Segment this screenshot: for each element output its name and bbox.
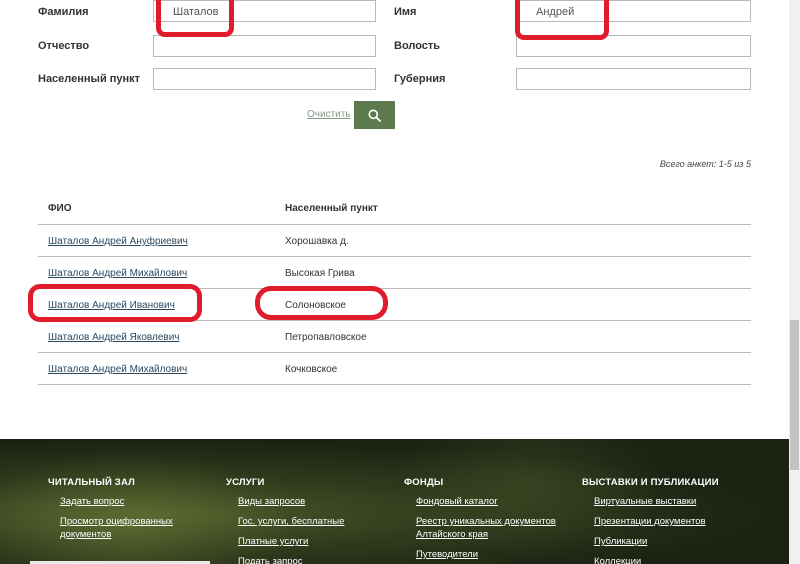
table-row: Шаталов Андрей Яковлевич Петропавловское — [38, 321, 751, 353]
form-row-3: Населенный пункт Губерния — [0, 66, 800, 92]
results-table: ФИО Населенный пункт Шаталов Андрей Ануф… — [38, 192, 751, 385]
volost-label: Волость — [394, 40, 441, 52]
footer-link[interactable]: Гос. услуги, бесплатные — [238, 515, 386, 528]
row-name-link[interactable]: Шаталов Андрей Михайлович — [48, 364, 187, 375]
footer-link[interactable]: Презентации документов — [594, 515, 772, 528]
surname-value: Шаталов — [173, 6, 219, 18]
footer-heading: УСЛУГИ — [226, 477, 265, 488]
footer-link[interactable]: Платные услуги — [238, 535, 386, 548]
volost-input[interactable] — [516, 35, 751, 57]
scrollbar-thumb[interactable] — [790, 320, 799, 470]
footer-link[interactable]: Коллекции — [594, 555, 772, 564]
table-header: ФИО Населенный пункт — [38, 192, 751, 225]
surname-label: Фамилия — [38, 6, 89, 18]
site-footer: ЧИТАЛЬНЫЙ ЗАЛ Задать вопрос Просмотр оци… — [0, 439, 789, 564]
province-input[interactable] — [516, 68, 751, 90]
table-row: Шаталов Андрей Иванович Солоновское — [38, 289, 751, 321]
table-row: Шаталов Андрей Михайлович Кочковское — [38, 353, 751, 385]
footer-link[interactable]: Задать вопрос — [60, 495, 208, 508]
search-button[interactable] — [354, 101, 395, 129]
footer-link[interactable]: Виртуальные выставки — [594, 495, 772, 508]
patronymic-label: Отчество — [38, 40, 90, 52]
footer-column-reading-room: ЧИТАЛЬНЫЙ ЗАЛ Задать вопрос Просмотр оци… — [48, 477, 208, 548]
row-place: Петропавловское — [285, 332, 367, 343]
table-row: Шаталов Андрей Ануфриевич Хорошавка д. — [38, 225, 751, 257]
footer-column-funds: ФОНДЫ Фондовый каталог Реестр уникальных… — [404, 477, 574, 564]
patronymic-input[interactable] — [153, 35, 376, 57]
footer-link[interactable]: Подать запрос — [238, 555, 386, 564]
footer-heading: ВЫСТАВКИ И ПУБЛИКАЦИИ — [582, 477, 719, 488]
row-place: Хорошавка д. — [285, 236, 349, 247]
footer-link[interactable]: Путеводители — [416, 548, 574, 561]
row-place: Высокая Грива — [285, 268, 355, 279]
settlement-input[interactable] — [153, 68, 376, 90]
footer-link[interactable]: Фондовый каталог — [416, 495, 574, 508]
form-row-2: Отчество Волость — [0, 33, 800, 59]
surname-input[interactable]: Шаталов — [153, 0, 376, 22]
row-place: Кочковское — [285, 364, 338, 375]
search-icon — [368, 109, 381, 122]
row-name-link[interactable]: Шаталов Андрей Михайлович — [48, 268, 187, 279]
province-label: Губерния — [394, 73, 446, 85]
column-header-settlement: Населенный пункт — [285, 203, 378, 214]
footer-link[interactable]: Просмотр оцифрованных документов — [60, 515, 178, 541]
row-name-link[interactable]: Шаталов Андрей Иванович — [48, 300, 175, 311]
column-header-fio: ФИО — [48, 203, 72, 214]
footer-column-services: УСЛУГИ Виды запросов Гос. услуги, беспла… — [226, 477, 386, 564]
name-label: Имя — [394, 6, 417, 18]
row-name-link[interactable]: Шаталов Андрей Яковлевич — [48, 332, 180, 343]
name-input[interactable]: Андрей — [516, 0, 751, 22]
name-value: Андрей — [536, 6, 575, 18]
clear-link[interactable]: Очистить — [307, 109, 351, 120]
footer-heading: ЧИТАЛЬНЫЙ ЗАЛ — [48, 477, 136, 488]
footer-link[interactable]: Публикации — [594, 535, 772, 548]
vertical-scrollbar[interactable] — [789, 0, 800, 564]
footer-column-exhibitions: ВЫСТАВКИ И ПУБЛИКАЦИИ Виртуальные выстав… — [582, 477, 772, 564]
row-place: Солоновское — [285, 300, 346, 311]
row-name-link[interactable]: Шаталов Андрей Ануфриевич — [48, 236, 188, 247]
settlement-label: Населенный пункт — [38, 73, 141, 85]
footer-heading: ФОНДЫ — [404, 477, 444, 488]
footer-link[interactable]: Виды запросов — [238, 495, 386, 508]
table-row: Шаталов Андрей Михайлович Высокая Грива — [38, 257, 751, 289]
form-row-1: Фамилия Шаталов Имя Андрей — [0, 0, 800, 26]
results-total: Всего анкет: 1-5 из 5 — [659, 159, 751, 169]
footer-link[interactable]: Реестр уникальных документов Алтайского … — [416, 515, 566, 541]
